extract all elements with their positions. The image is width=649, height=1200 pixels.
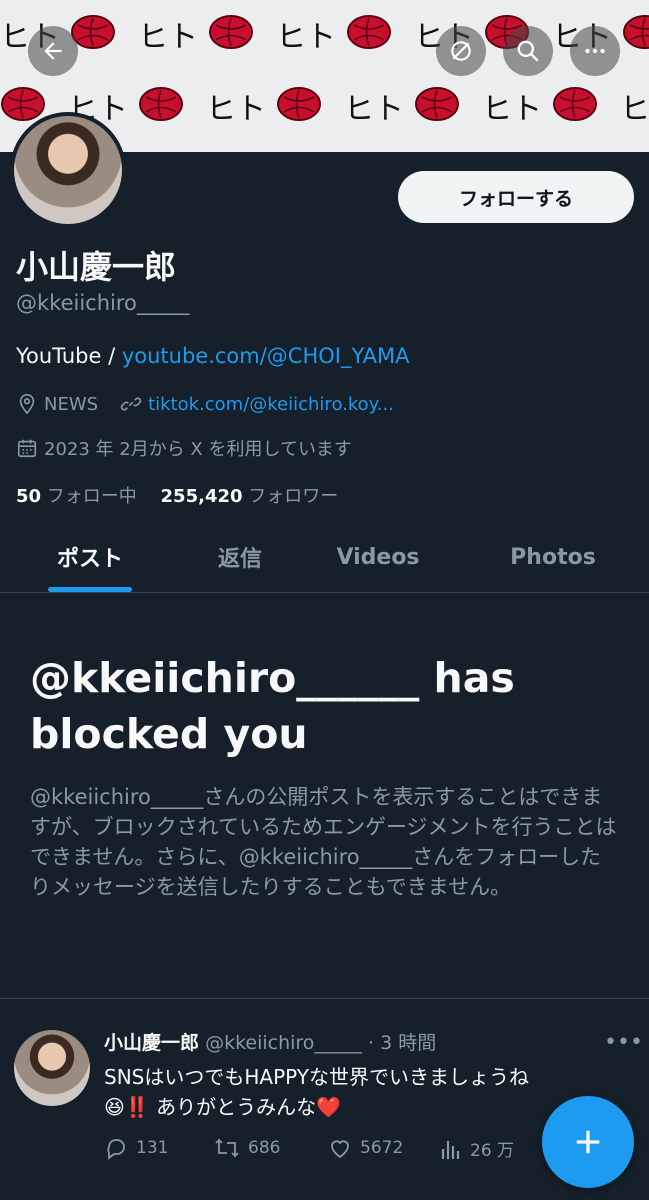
heart-icon bbox=[331, 1140, 349, 1159]
flower-decoration bbox=[414, 85, 460, 127]
following-link[interactable]: 50 フォロー中 bbox=[16, 486, 137, 507]
heart-emoji: ❤️ bbox=[316, 1095, 342, 1119]
link-icon bbox=[120, 397, 142, 411]
back-arrow-icon bbox=[44, 42, 62, 60]
banner-signature: ヒト bbox=[276, 20, 336, 55]
post-text: SNSはいつでもHAPPYな世界でいきましょうね 😆‼️ ありがとうみんな❤️ bbox=[104, 1062, 624, 1122]
follow-button[interactable]: フォローする bbox=[398, 171, 634, 223]
repost-icon bbox=[215, 1138, 239, 1158]
profile-tabs: ポスト 返信 Videos Photos bbox=[0, 522, 649, 593]
like-button[interactable]: 5672 bbox=[328, 1136, 403, 1160]
bio: YouTube / youtube.com/@CHOI_YAMA bbox=[16, 344, 410, 368]
bio-link[interactable]: youtube.com/@CHOI_YAMA bbox=[122, 344, 410, 368]
post-more-icon[interactable]: ••• bbox=[604, 1030, 643, 1055]
post-author[interactable]: 小山慶一郎 bbox=[104, 1032, 199, 1054]
tab-posts[interactable]: ポスト bbox=[30, 522, 150, 592]
banner-signature: ヒト bbox=[620, 92, 649, 127]
tab-videos[interactable]: Videos bbox=[318, 522, 438, 592]
tab-photos[interactable]: Photos bbox=[490, 522, 616, 592]
post-actions: 131 686 5672 26 万 bbox=[104, 1136, 544, 1164]
reply-icon bbox=[107, 1139, 125, 1160]
location-icon bbox=[19, 394, 35, 415]
divider bbox=[0, 998, 649, 999]
banner-signature: ヒト bbox=[482, 92, 542, 127]
post-line-2: 😆‼️ ありがとうみんな❤️ bbox=[104, 1095, 342, 1119]
flower-decoration bbox=[552, 85, 598, 127]
more-icon bbox=[585, 48, 605, 54]
repost-button[interactable]: 686 bbox=[214, 1136, 280, 1160]
search-icon bbox=[517, 40, 539, 62]
banner-signature: ヒト bbox=[206, 92, 266, 127]
search-button[interactable] bbox=[503, 26, 553, 76]
post-avatar[interactable] bbox=[14, 1030, 90, 1106]
post-line-1: SNSはいつでもHAPPYな世界でいきましょうね bbox=[104, 1065, 529, 1089]
flower-decoration bbox=[622, 13, 649, 55]
bio-text: YouTube / bbox=[16, 344, 122, 368]
grok-button[interactable] bbox=[436, 26, 486, 76]
location-text: NEWS bbox=[44, 393, 99, 415]
follow-counts: 50 フォロー中 255,420 フォロワー bbox=[16, 482, 338, 508]
followers-link[interactable]: 255,420 フォロワー bbox=[161, 486, 339, 507]
flower-decoration bbox=[138, 85, 184, 127]
banner-signature: ヒト bbox=[344, 92, 404, 127]
display-name: 小山慶一郎 bbox=[16, 248, 177, 286]
more-button[interactable] bbox=[570, 26, 620, 76]
joined-row: 2023 年 2月から X を利用しています bbox=[16, 435, 352, 461]
views-button[interactable]: 26 万 bbox=[440, 1136, 514, 1161]
tab-replies[interactable]: 返信 bbox=[180, 522, 300, 592]
banner-signature: ヒト bbox=[138, 20, 198, 55]
website-link[interactable]: tiktok.com/@keiichiro.koy... bbox=[148, 394, 394, 415]
username: @kkeiichiro_____ bbox=[16, 291, 190, 315]
post-header: 小山慶一郎 @kkeiichiro_____ · 3 時間 bbox=[104, 1028, 436, 1055]
grok-icon bbox=[451, 41, 471, 61]
blocked-description: @kkeiichiro_____さんの公開ポストを表示することはできますが、ブロ… bbox=[30, 785, 617, 899]
flower-decoration bbox=[208, 13, 254, 55]
post-time: · 3 時間 bbox=[367, 1032, 437, 1054]
flower-decoration bbox=[276, 85, 322, 127]
profile-avatar[interactable] bbox=[10, 112, 126, 228]
analytics-icon bbox=[441, 1140, 460, 1159]
reply-button[interactable]: 131 bbox=[104, 1136, 168, 1160]
plus-icon bbox=[576, 1130, 600, 1154]
post-emoji: 😆‼️ bbox=[104, 1095, 150, 1119]
blocked-title: @kkeiichiro______ has blocked you bbox=[30, 654, 515, 758]
calendar-icon bbox=[17, 439, 37, 458]
flower-decoration bbox=[346, 13, 392, 55]
post-handle[interactable]: @kkeiichiro_____ bbox=[205, 1032, 362, 1054]
joined-text: 2023 年 2月から X を利用しています bbox=[44, 439, 352, 460]
active-tab-indicator bbox=[48, 587, 132, 592]
profile-meta-row: NEWS tiktok.com/@keiichiro.koy... bbox=[16, 393, 394, 415]
back-button[interactable] bbox=[28, 26, 78, 76]
compose-button[interactable] bbox=[542, 1096, 634, 1188]
